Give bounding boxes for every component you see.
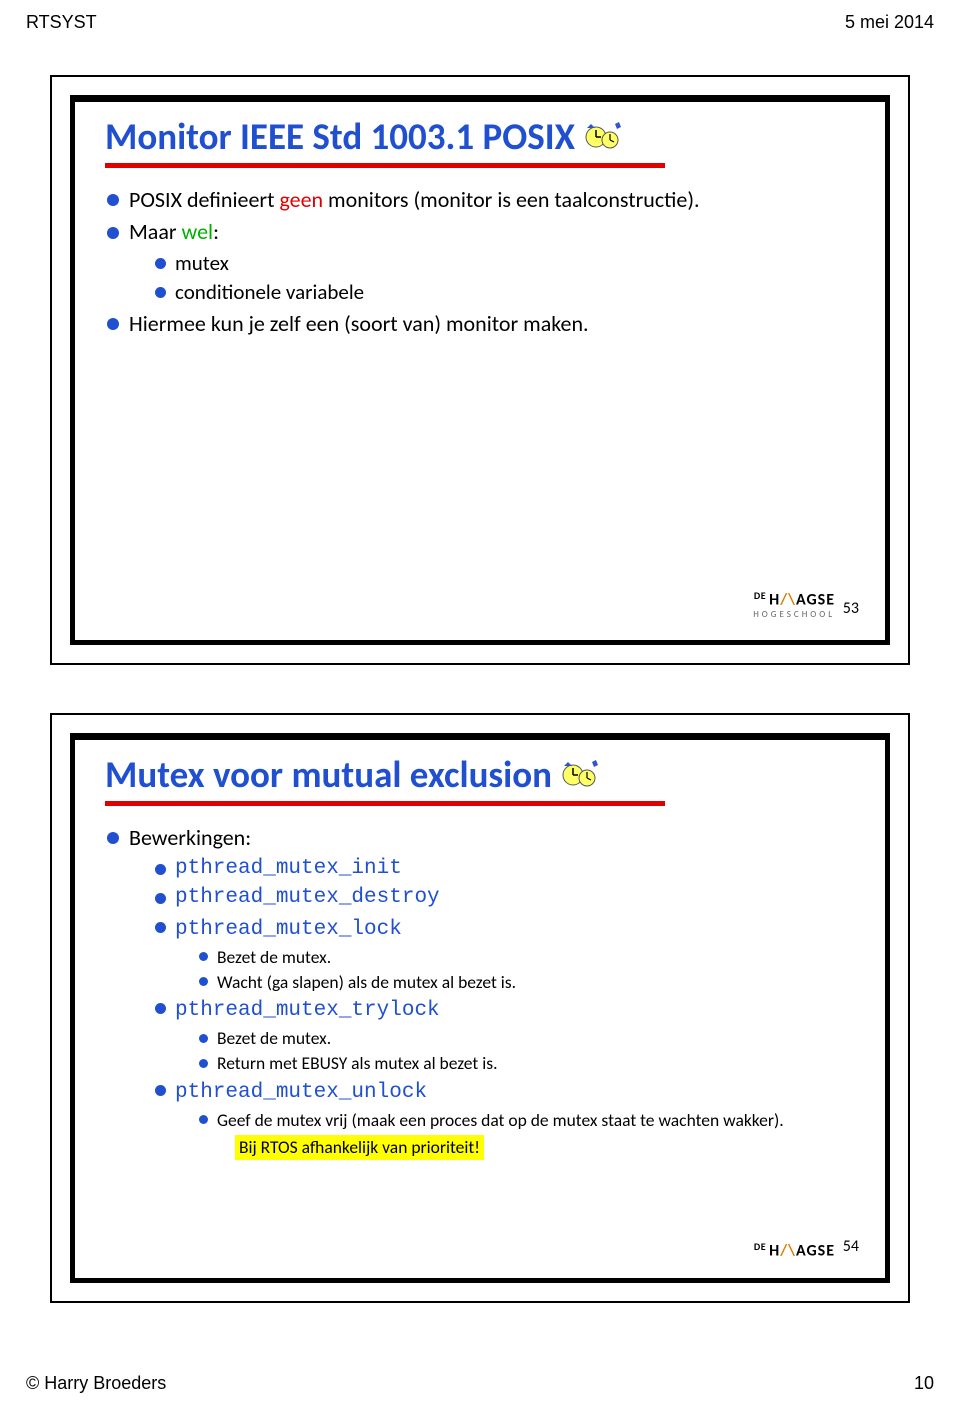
title-underline <box>105 801 665 806</box>
op-lock-sub1: Bezet de mutex. <box>197 946 855 969</box>
slide1-bullet-1: POSIX definieert geen monitors (monitor … <box>105 186 855 214</box>
logo: DEH/\AGSE HOGESCHOOL <box>753 589 835 620</box>
slide1-title: Monitor IEEE Std 1003.1 POSIX <box>105 114 575 159</box>
slide1-bullet-2: Maar wel: mutex conditionele variabele <box>105 218 855 306</box>
op-unlock: pthread_mutex_unlock Geef de mutex vrij … <box>153 1077 855 1161</box>
footer-left: © Harry Broeders <box>26 1373 166 1394</box>
page-header: RTSYST 5 mei 2014 <box>0 0 960 39</box>
footer-right: 10 <box>914 1373 934 1394</box>
slide1-sub-1: mutex <box>153 250 855 277</box>
op-unlock-sub: Geef de mutex vrij (maak een proces dat … <box>197 1109 855 1132</box>
slide-1: Monitor IEEE Std 1003.1 POSIX <box>50 75 910 665</box>
slide1-bullet-3: Hiermee kun je zelf een (soort van) moni… <box>105 310 855 338</box>
clocks-icon <box>585 122 623 152</box>
slide2-bullet-1: Bewerkingen: pthread_mutex_init pthread_… <box>105 824 855 1160</box>
slide2-number: 54 <box>843 1237 859 1256</box>
op-init: pthread_mutex_init <box>153 856 855 883</box>
op-destroy: pthread_mutex_destroy <box>153 885 855 912</box>
slide2-title: Mutex voor mutual exclusion <box>105 752 552 797</box>
page-footer: © Harry Broeders 10 <box>26 1373 934 1394</box>
op-lock: pthread_mutex_lock Bezet de mutex. Wacht… <box>153 914 855 993</box>
op-trylock-sub1: Bezet de mutex. <box>197 1027 855 1050</box>
op-trylock: pthread_mutex_trylock Bezet de mutex. Re… <box>153 995 855 1074</box>
slide1-number: 53 <box>843 599 859 618</box>
header-right: 5 mei 2014 <box>845 12 934 33</box>
rtos-highlight: Bij RTOS afhankelijk van prioriteit! <box>235 1135 484 1159</box>
op-lock-sub2: Wacht (ga slapen) als de mutex al bezet … <box>197 971 855 994</box>
title-underline <box>105 163 665 168</box>
op-trylock-sub2: Return met EBUSY als mutex al bezet is. <box>197 1052 855 1075</box>
header-left: RTSYST <box>26 12 97 33</box>
logo: DEH/\AGSE <box>754 1240 835 1260</box>
slide-2: Mutex voor mutual exclusion <box>50 713 910 1303</box>
clocks-icon <box>562 760 600 790</box>
slide1-sub-2: conditionele variabele <box>153 279 855 306</box>
